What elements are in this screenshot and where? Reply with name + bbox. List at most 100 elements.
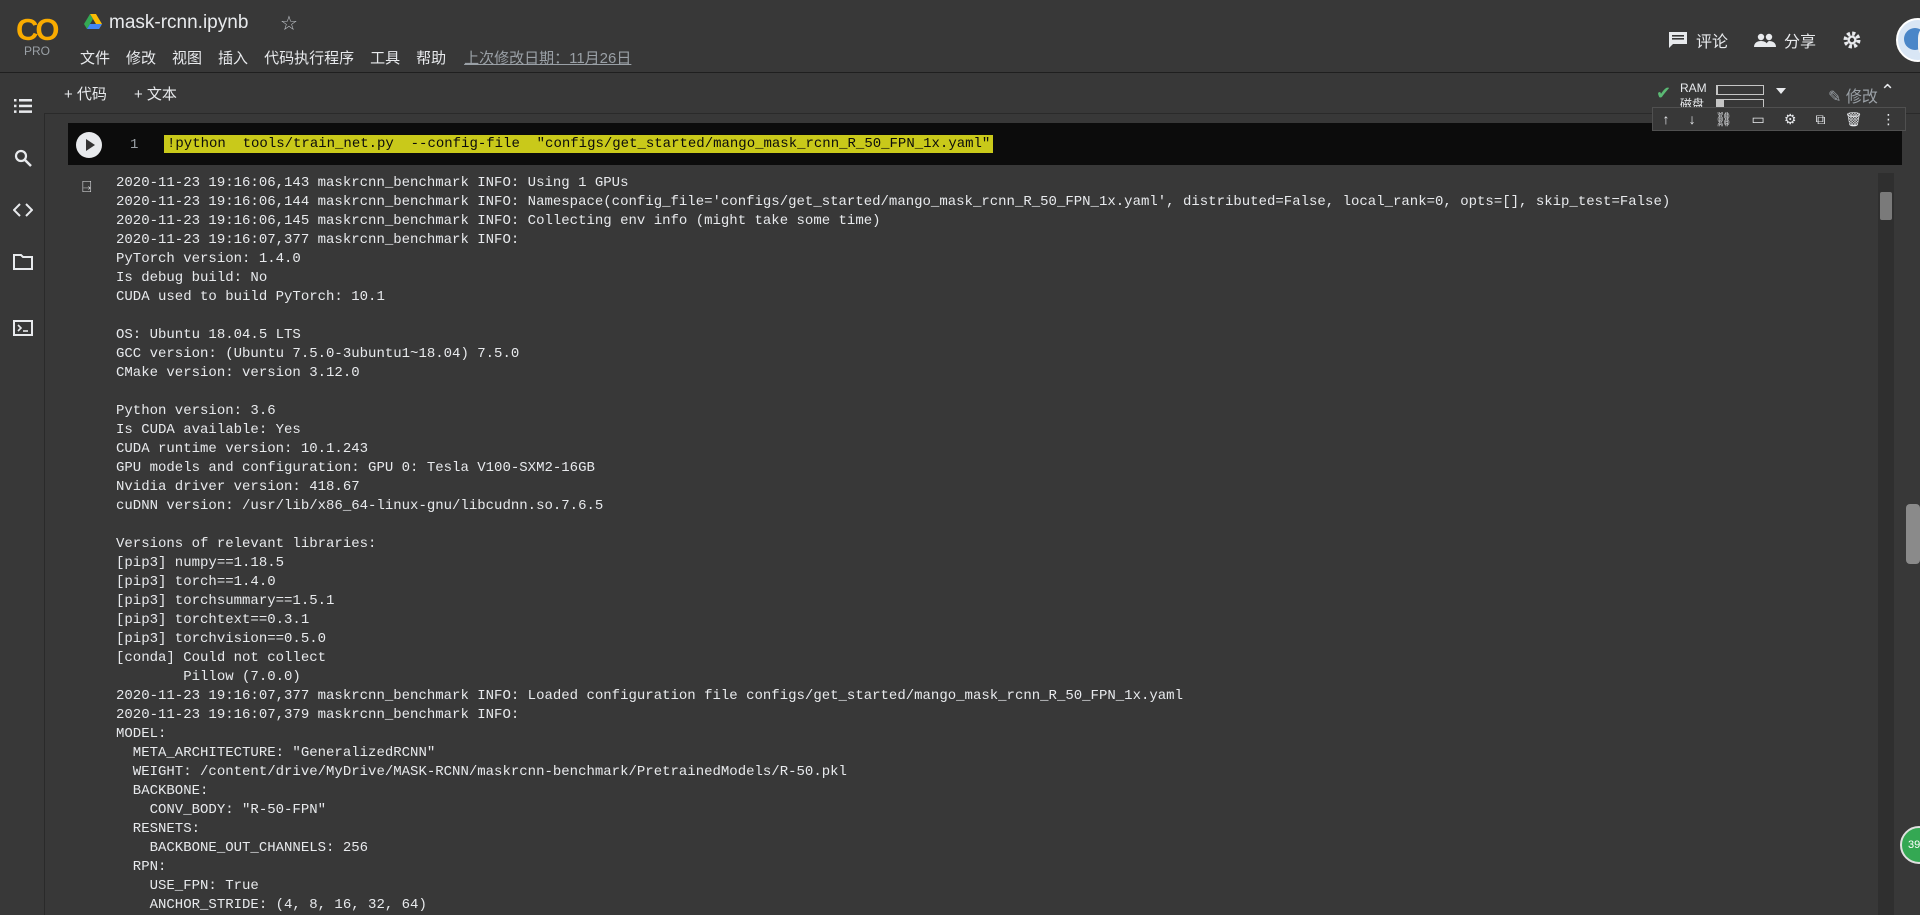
- runtime-resources[interactable]: ✔ RAM 磁盘: [1656, 80, 1786, 111]
- menu-edit[interactable]: 修改: [126, 47, 156, 68]
- output-line: 2020-11-23 19:16:07,379 maskrcnn_benchma…: [116, 707, 520, 723]
- logo-text: CO: [16, 12, 59, 47]
- move-up-icon[interactable]: ↑: [1663, 111, 1670, 127]
- page-scrollbar[interactable]: [1906, 504, 1920, 564]
- output-line: [pip3] torchvision==0.5.0: [116, 631, 327, 647]
- colab-logo[interactable]: CO PRO: [16, 12, 64, 58]
- menu-bar: 文件 修改 视图 插入 代码执行程序 工具 帮助 上次修改日期：11月26日: [80, 47, 647, 68]
- output-line: USE_FPN: True: [116, 878, 259, 894]
- add-text-button[interactable]: + 文本: [134, 83, 177, 104]
- link-icon[interactable]: ⛓: [1715, 111, 1733, 128]
- notebook-toolbar: + 代码 + 文本 ✔ RAM 磁盘 ✎ 修改 ⌃: [44, 73, 1920, 114]
- gear-icon: [1843, 31, 1861, 49]
- output-line: OS: Ubuntu 18.04.5 LTS: [116, 327, 301, 343]
- people-icon: [1753, 33, 1776, 47]
- code-line[interactable]: !python tools/train_net.py --config-file…: [164, 135, 994, 153]
- menu-runtime[interactable]: 代码执行程序: [264, 47, 354, 68]
- share-label: 分享: [1783, 34, 1816, 51]
- output-scrollbar[interactable]: [1878, 173, 1894, 915]
- edit-label: 修改: [1845, 89, 1878, 106]
- notebook-title[interactable]: mask-rcnn.ipynb: [109, 12, 248, 34]
- star-icon[interactable]: ☆: [280, 11, 298, 36]
- menu-help[interactable]: 帮助: [416, 47, 446, 68]
- ram-usage-bar: [1716, 85, 1764, 95]
- output-line: CMake version: version 3.12.0: [116, 365, 360, 381]
- line-number: 1: [130, 137, 139, 153]
- output-line: Versions of relevant libraries:: [116, 536, 377, 552]
- output-line: Nvidia driver version: 418.67: [116, 479, 360, 495]
- output-line: Pillow (7.0.0): [116, 669, 301, 685]
- code-editor[interactable]: 1 !python tools/train_net.py --config-fi…: [68, 123, 1902, 165]
- pencil-icon: ✎: [1828, 89, 1842, 106]
- last-edit-link[interactable]: 上次修改日期：11月26日: [464, 47, 631, 68]
- cell-output: 2020-11-23 19:16:06,143 maskrcnn_benchma…: [116, 174, 1878, 914]
- output-line: 2020-11-23 19:16:06,145 maskrcnn_benchma…: [116, 213, 881, 229]
- menu-tools[interactable]: 工具: [370, 47, 400, 68]
- output-line: WEIGHT: /content/drive/MyDrive/MASK-RCNN…: [116, 764, 847, 780]
- add-code-button[interactable]: + 代码: [64, 83, 107, 104]
- more-vert-icon[interactable]: ⋮: [1881, 111, 1895, 128]
- output-line: cuDNN version: /usr/lib/x86_64-linux-gnu…: [116, 498, 604, 514]
- output-line: RPN:: [116, 859, 167, 875]
- output-line: [pip3] torchtext==0.3.1: [116, 612, 310, 628]
- mirror-cell-icon[interactable]: ⧉: [1816, 111, 1826, 128]
- menu-insert[interactable]: 插入: [218, 47, 248, 68]
- output-line: CUDA used to build PyTorch: 10.1: [116, 289, 385, 305]
- cell-toolbar: ↑ ↓ ⛓ ▭ ⚙ ⧉ 🗑 ⋮: [1652, 107, 1906, 131]
- output-line: RESNETS:: [116, 821, 201, 837]
- output-line: Is debug build: No: [116, 270, 268, 286]
- output-line: META_ARCHITECTURE: "GeneralizedRCNN": [116, 745, 436, 761]
- output-line: 2020-11-23 19:16:07,377 maskrcnn_benchma…: [116, 232, 520, 248]
- output-line: Is CUDA available: Yes: [116, 422, 301, 438]
- code-cell[interactable]: 1 !python tools/train_net.py --config-fi…: [66, 107, 1906, 915]
- output-line: [conda] Could not collect: [116, 650, 327, 666]
- output-actions-icon[interactable]: ⍈: [82, 179, 92, 197]
- terminal-icon[interactable]: [12, 317, 34, 339]
- google-drive-icon[interactable]: [84, 14, 102, 30]
- output-line: PyTorch version: 1.4.0: [116, 251, 301, 267]
- chevron-up-icon[interactable]: ⌃: [1880, 81, 1895, 102]
- comment-icon: [1668, 32, 1687, 48]
- share-button[interactable]: 分享: [1753, 28, 1816, 52]
- output-line: 2020-11-23 19:16:06,144 maskrcnn_benchma…: [116, 194, 1671, 210]
- header-actions: 评论 分享: [1668, 18, 1920, 62]
- delete-icon[interactable]: 🗑: [1845, 111, 1863, 128]
- app-header: CO PRO mask-rcnn.ipynb ☆ 文件 修改 视图 插入 代码执…: [0, 0, 1920, 73]
- output-line: 2020-11-23 19:16:07,377 maskrcnn_benchma…: [116, 688, 1183, 704]
- scroll-thumb[interactable]: [1880, 192, 1892, 220]
- ram-label: RAM: [1680, 81, 1707, 95]
- output-line: CUDA runtime version: 10.1.243: [116, 441, 369, 457]
- comment-button[interactable]: 评论: [1668, 28, 1728, 52]
- output-line: BACKBONE_OUT_CHANNELS: 256: [116, 840, 369, 856]
- menu-view[interactable]: 视图: [172, 47, 202, 68]
- settings-button[interactable]: [1842, 30, 1870, 50]
- output-line: Python version: 3.6: [116, 403, 276, 419]
- edit-mode-button[interactable]: ✎ 修改: [1828, 83, 1878, 107]
- user-avatar[interactable]: [1896, 18, 1920, 62]
- chevron-down-icon[interactable]: [1776, 88, 1786, 94]
- output-line: [pip3] torchsummary==1.5.1: [116, 593, 335, 609]
- comment-cell-icon[interactable]: ▭: [1752, 111, 1765, 128]
- output-line: [pip3] numpy==1.18.5: [116, 555, 285, 571]
- menu-file[interactable]: 文件: [80, 47, 110, 68]
- output-line: 2020-11-23 19:16:06,143 maskrcnn_benchma…: [116, 175, 629, 191]
- output-line: MODEL:: [116, 726, 167, 742]
- output-line: [pip3] torch==1.4.0: [116, 574, 276, 590]
- connected-check-icon: ✔: [1656, 83, 1672, 103]
- folder-icon[interactable]: [12, 251, 34, 273]
- move-down-icon[interactable]: ↓: [1689, 111, 1696, 127]
- run-cell-button[interactable]: [76, 132, 102, 158]
- cell-settings-icon[interactable]: ⚙: [1784, 111, 1797, 128]
- output-line: BACKBONE:: [116, 783, 209, 799]
- code-snippets-icon[interactable]: [12, 199, 34, 221]
- output-line: GPU models and configuration: GPU 0: Tes…: [116, 460, 595, 476]
- output-line: ANCHOR_STRIDE: (4, 8, 16, 32, 64): [116, 897, 427, 913]
- search-icon[interactable]: [12, 147, 34, 169]
- output-line: GCC version: (Ubuntu 7.5.0-3ubuntu1~18.0…: [116, 346, 520, 362]
- comment-label: 评论: [1695, 34, 1728, 51]
- output-line: CONV_BODY: "R-50-FPN": [116, 802, 327, 818]
- table-of-contents-icon[interactable]: [12, 95, 34, 117]
